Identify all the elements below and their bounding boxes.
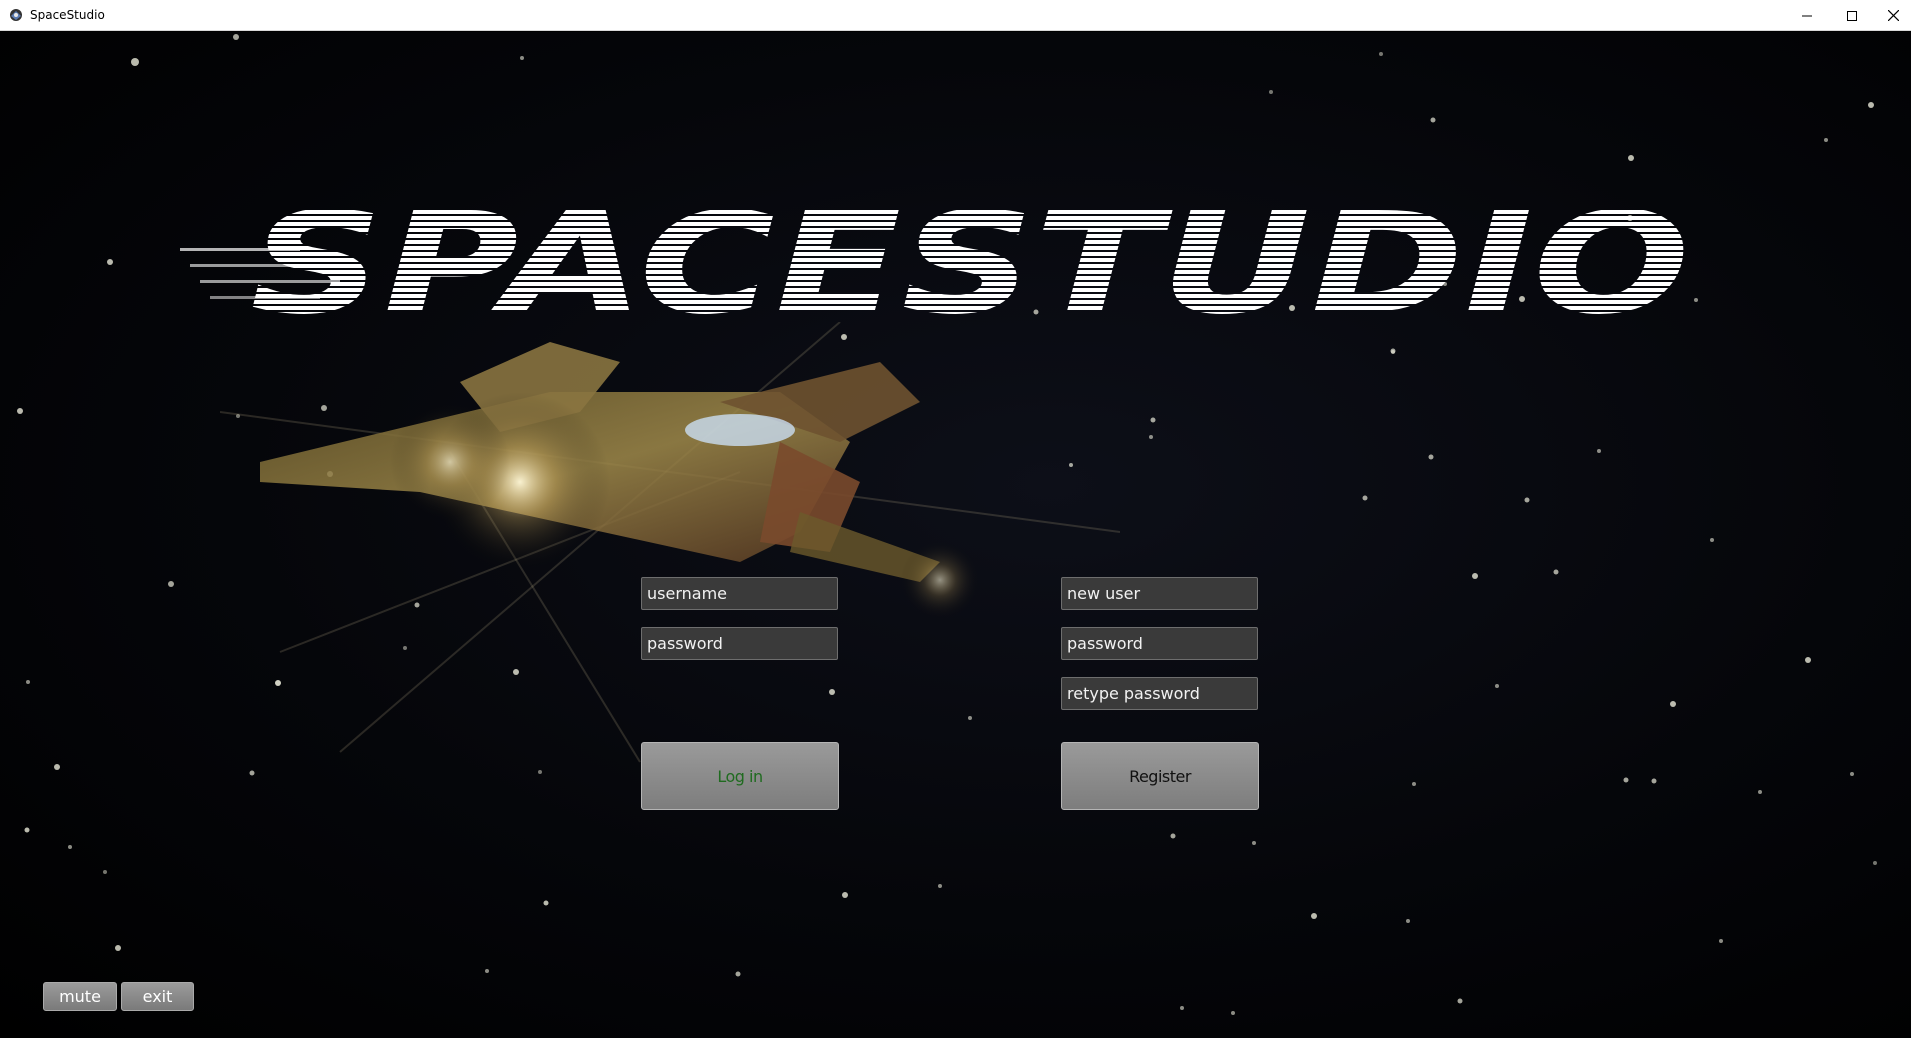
login-username-field[interactable]	[641, 577, 838, 610]
register-button[interactable]: Register	[1061, 742, 1259, 810]
app-icon	[10, 9, 22, 21]
spacestudio-logo: SPACESTUDIO	[180, 192, 1690, 342]
minimize-button[interactable]	[1784, 0, 1830, 31]
login-button-label: Log in	[717, 766, 763, 786]
register-retype-field[interactable]	[1061, 677, 1258, 710]
register-password-field[interactable]	[1061, 627, 1258, 660]
register-newuser-input[interactable]	[1062, 578, 1257, 609]
close-icon	[1887, 10, 1899, 21]
mute-button-label: mute	[59, 987, 101, 1006]
register-newuser-field[interactable]	[1061, 577, 1258, 610]
window-title: SpaceStudio	[30, 8, 105, 22]
close-button[interactable]	[1870, 0, 1911, 31]
login-username-input[interactable]	[642, 578, 837, 609]
logo-text: SPACESTUDIO	[250, 192, 1690, 342]
login-password-input[interactable]	[642, 628, 837, 659]
window-titlebar: SpaceStudio	[0, 0, 1911, 31]
spaceship-image	[220, 322, 1120, 763]
login-password-field[interactable]	[641, 627, 838, 660]
register-password-input[interactable]	[1062, 628, 1257, 659]
login-button[interactable]: Log in	[641, 742, 839, 810]
exit-button-label: exit	[142, 987, 173, 1006]
game-scene: SPACESTUDIO Log in Register mute exit	[0, 32, 1911, 1038]
maximize-icon	[1847, 10, 1857, 21]
mute-button[interactable]: mute	[43, 982, 117, 1011]
register-button-label: Register	[1129, 766, 1191, 786]
maximize-button[interactable]	[1829, 0, 1875, 31]
minimize-icon	[1802, 15, 1812, 16]
register-retype-input[interactable]	[1062, 678, 1257, 709]
exit-button[interactable]: exit	[121, 982, 194, 1011]
